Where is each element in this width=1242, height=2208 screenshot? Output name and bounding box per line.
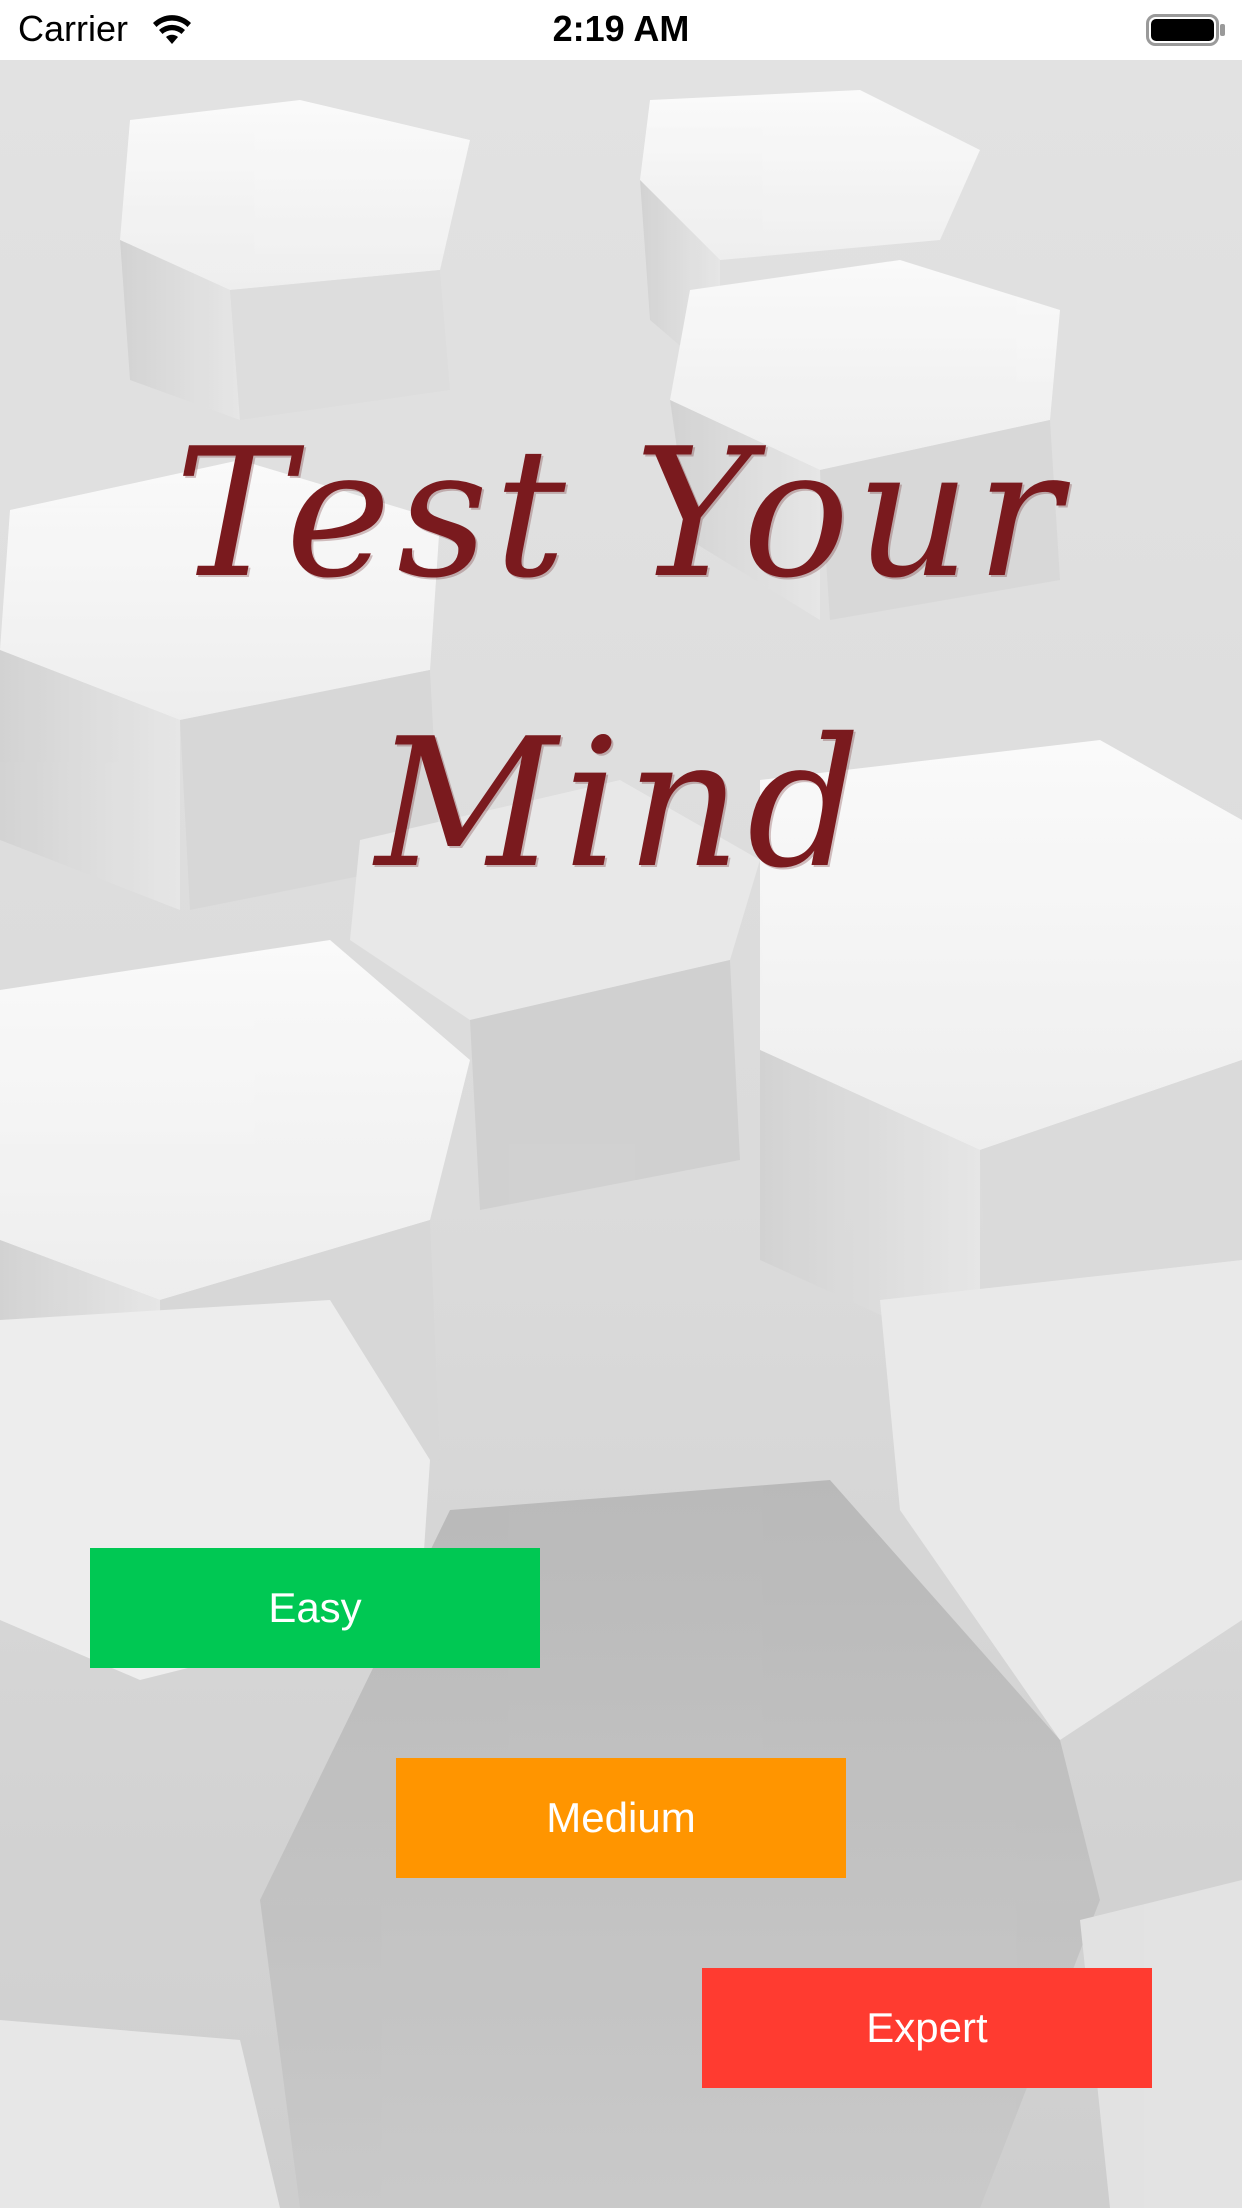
expert-button[interactable]: Expert — [702, 1968, 1152, 2088]
battery-icon — [1146, 14, 1225, 46]
hexagon-pattern-background — [0, 60, 1242, 2208]
medium-button[interactable]: Medium — [396, 1758, 846, 1878]
app-title-line2: Mind — [375, 700, 867, 907]
app-title-line1: Test Your — [174, 410, 1068, 617]
app-screen: Carrier 2:19 AM Test Your Mind Easy Medi… — [0, 0, 1242, 2208]
clock: 2:19 AM — [552, 8, 690, 49]
status-bar: Carrier 2:19 AM — [0, 0, 1242, 60]
easy-button[interactable]: Easy — [90, 1548, 540, 1668]
